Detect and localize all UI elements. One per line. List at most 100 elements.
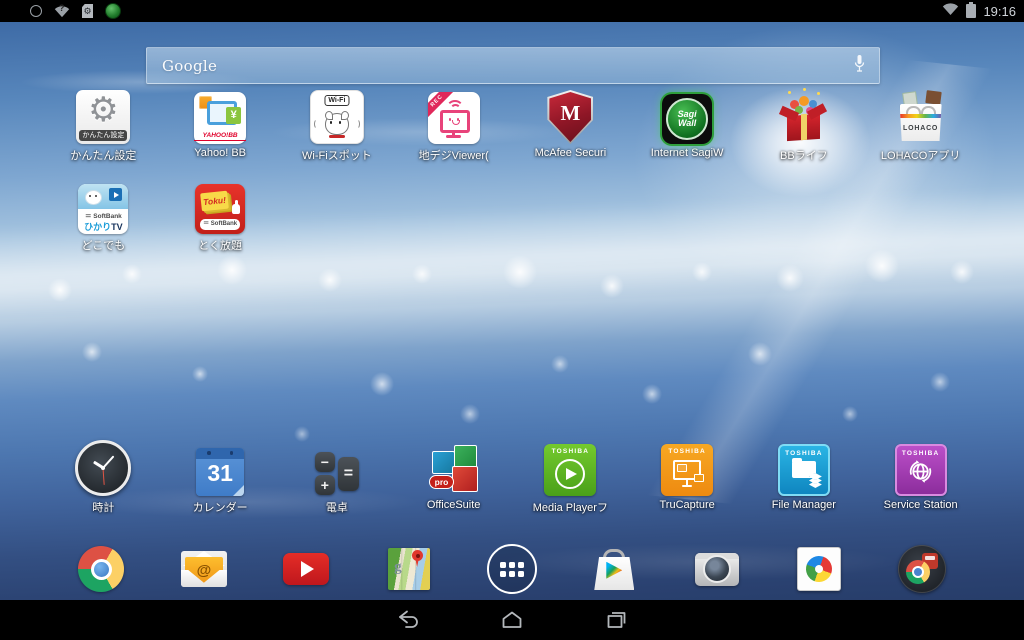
app-label: File Manager bbox=[772, 499, 836, 511]
back-icon bbox=[393, 608, 423, 632]
calendar-icon: 31 bbox=[196, 448, 244, 496]
gallery-pinwheel-icon bbox=[797, 547, 841, 591]
app-label: BBライフ bbox=[780, 147, 828, 163]
app-label: 地デジViewer( bbox=[419, 147, 489, 163]
toshiba-file-manager-icon: TOSHIBA bbox=[778, 444, 830, 496]
dock-app-email[interactable]: @ bbox=[153, 543, 256, 595]
app-trucapture[interactable]: TOSHIBA TruCapture bbox=[629, 440, 746, 515]
dog-mascot bbox=[325, 113, 349, 135]
tv-shape bbox=[440, 110, 470, 133]
status-system-icons: 19:16 bbox=[942, 0, 1016, 22]
app-dokodemo[interactable]: ＝ SoftBank ひかりTV どこでも bbox=[45, 176, 162, 253]
sagiwall-icon: Sagi Wall bbox=[662, 94, 712, 144]
app-file-manager[interactable]: TOSHIBA File Manager bbox=[746, 440, 863, 515]
home-grid-row-3: 時計 31 カレンダー − = + 電卓 pro bbox=[45, 440, 979, 515]
app-label: Yahoo! BB bbox=[194, 147, 246, 159]
kantan-settings-icon: ⚙ かんたん設定 bbox=[76, 90, 130, 144]
app-toku-houdai[interactable]: Toku! ＝ SoftBank とく放題 bbox=[162, 176, 279, 253]
home-grid-row-2: ＝ SoftBank ひかりTV どこでも Toku! ＝ SoftBank と… bbox=[45, 176, 979, 253]
globe-arrows-shape bbox=[907, 459, 934, 484]
lohaco-bag-icon: LOHACO bbox=[894, 90, 948, 144]
home-grid-row-1: ⚙ かんたん設定 かんたん設定 ¥ YAHOO!BB Yahoo! BB Wi-… bbox=[45, 86, 979, 163]
recents-icon bbox=[601, 608, 631, 632]
app-yahoo-bb[interactable]: ¥ YAHOO!BB Yahoo! BB bbox=[162, 86, 279, 163]
chrome-folder-icon bbox=[898, 545, 946, 593]
email-icon: @ bbox=[181, 551, 227, 587]
sync-circle-icon bbox=[30, 5, 42, 17]
app-kantan-settings[interactable]: ⚙ かんたん設定 かんたん設定 bbox=[45, 86, 162, 163]
app-officesuite[interactable]: pro OfficeSuite bbox=[395, 440, 512, 515]
dock-app-maps[interactable]: g bbox=[358, 543, 461, 595]
hand-cursor-shape bbox=[232, 204, 240, 214]
hikari-tv-dokodemo-icon: ＝ SoftBank ひかりTV bbox=[78, 184, 128, 234]
dock-app-chrome[interactable] bbox=[50, 543, 153, 595]
recents-button[interactable] bbox=[597, 607, 635, 633]
app-label: とく放題 bbox=[198, 237, 242, 253]
app-drawer-icon bbox=[487, 544, 537, 594]
app-label: 時計 bbox=[92, 499, 114, 515]
app-chideji-viewer[interactable]: REC 地デジViewer( bbox=[395, 86, 512, 163]
wifi-question-icon: ? bbox=[54, 4, 70, 18]
app-service-station[interactable]: TOSHIBA Service Station bbox=[862, 440, 979, 515]
google-search-bar[interactable]: Google bbox=[146, 47, 880, 84]
folder-shape bbox=[792, 461, 816, 478]
play-circle-shape bbox=[555, 459, 585, 489]
gear-icon: ⚙ bbox=[76, 90, 130, 130]
wifi-spot-icon: Wi-Fi bbox=[310, 90, 364, 144]
camera-icon bbox=[695, 553, 739, 586]
home-icon bbox=[497, 608, 527, 632]
app-label: OfficeSuite bbox=[427, 499, 481, 511]
battery-icon bbox=[966, 4, 976, 18]
dock-app-play-store[interactable] bbox=[563, 543, 666, 595]
dock-app-gallery[interactable] bbox=[768, 543, 871, 595]
back-button[interactable] bbox=[389, 607, 427, 633]
app-label: 電卓 bbox=[326, 499, 348, 515]
calculator-icon: − = + bbox=[313, 448, 361, 496]
wifi-icon bbox=[942, 2, 959, 21]
pro-badge: pro bbox=[429, 475, 455, 489]
google-logo: Google bbox=[162, 57, 217, 75]
app-label: Media Playerフ bbox=[533, 499, 608, 515]
microphone-icon[interactable] bbox=[853, 54, 866, 78]
chideji-viewer-icon: REC bbox=[428, 92, 480, 144]
dock-app-camera[interactable] bbox=[666, 543, 769, 595]
app-label: どこでも bbox=[82, 237, 126, 253]
app-lohaco[interactable]: LOHACO LOHACOアプリ bbox=[862, 86, 979, 163]
app-bb-life[interactable]: BBライフ bbox=[746, 86, 863, 163]
dock-app-drawer[interactable] bbox=[460, 543, 563, 595]
play-button-shape bbox=[109, 188, 122, 201]
app-clock[interactable]: 時計 bbox=[45, 440, 162, 515]
tablet-home-screen: ? ⚙ 19:16 Google bbox=[0, 0, 1024, 640]
app-internet-sagiwall[interactable]: Sagi Wall Internet SagiW bbox=[629, 86, 746, 163]
youtube-icon bbox=[283, 553, 329, 585]
app-calendar[interactable]: 31 カレンダー bbox=[162, 440, 279, 515]
dock-app-youtube[interactable] bbox=[255, 543, 358, 595]
app-label: TruCapture bbox=[660, 499, 715, 511]
google-maps-icon: g bbox=[388, 548, 430, 590]
status-bar: ? ⚙ 19:16 bbox=[0, 0, 1024, 22]
app-calculator[interactable]: − = + 電卓 bbox=[279, 440, 396, 515]
mcafee-shield-icon: M bbox=[547, 90, 593, 144]
navigation-bar bbox=[0, 600, 1024, 640]
home-button[interactable] bbox=[493, 607, 531, 633]
green-app-notification-icon bbox=[105, 3, 121, 19]
app-mcafee[interactable]: M McAfee Securi bbox=[512, 86, 629, 163]
bb-life-giftbox-icon bbox=[776, 88, 832, 144]
app-wifi-spot[interactable]: Wi-Fi Wi-Fiスポット bbox=[279, 86, 396, 163]
app-label: Internet SagiW bbox=[651, 147, 724, 159]
dock: @ g bbox=[50, 543, 974, 595]
dock-folder-chrome[interactable] bbox=[871, 543, 974, 595]
play-store-icon bbox=[592, 547, 636, 591]
toshiba-trucapture-icon: TOSHIBA bbox=[661, 444, 713, 496]
yahoo-bb-icon: ¥ YAHOO!BB bbox=[194, 92, 246, 144]
toshiba-media-player-icon: TOSHIBA bbox=[544, 444, 596, 496]
clock-icon bbox=[75, 440, 131, 496]
toku-houdai-icon: Toku! ＝ SoftBank bbox=[195, 184, 245, 234]
app-media-player[interactable]: TOSHIBA Media Playerフ bbox=[512, 440, 629, 515]
app-label: McAfee Securi bbox=[535, 147, 607, 159]
app-label: かんたん設定 bbox=[70, 147, 136, 163]
app-label: Service Station bbox=[884, 499, 958, 511]
status-clock: 19:16 bbox=[983, 4, 1016, 19]
mini-chrome-icon bbox=[906, 560, 930, 584]
toshiba-service-station-icon: TOSHIBA bbox=[895, 444, 947, 496]
